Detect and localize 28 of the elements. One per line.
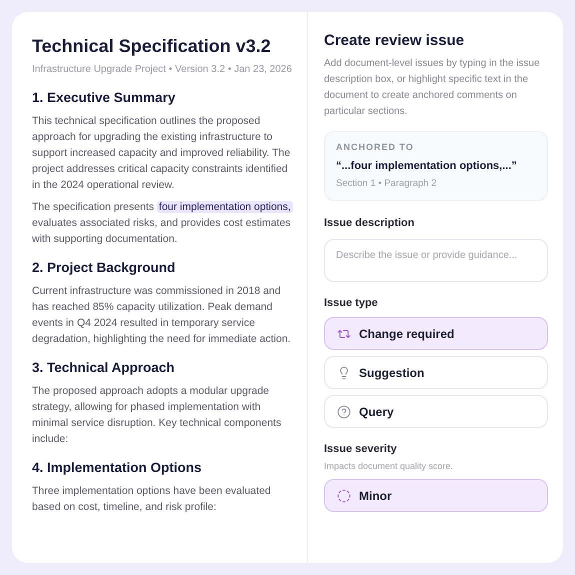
field-hint: Impacts document quality score. [324, 460, 454, 473]
document-meta: Infrastructure Upgrade Project • Version 3.2 • Jan 23, 2026 [32, 63, 293, 77]
option-button[interactable]: Suggestion [324, 356, 548, 390]
field-label: Issue description [324, 216, 416, 232]
section-heading: 1. Executive Summary [32, 89, 176, 107]
section-heading: 3. Technical Approach [32, 359, 176, 377]
field-label: Issue severity [324, 442, 398, 458]
option-button[interactable]: Change required [324, 317, 548, 350]
panel-intro: Add document-level issues by typing in the issue description box, or highlight specific text in the document to create anchored comments on particular sections. [324, 57, 541, 119]
paragraph: Three implementation options have been evaluated based on cost, timeline, and risk profile: [32, 484, 272, 515]
question-icon [337, 404, 351, 419]
lightbulb-icon [337, 366, 351, 380]
section-heading: 4. Implementation Options [32, 459, 203, 477]
option-button[interactable]: Minor [324, 479, 548, 512]
anchor-quote: “...four implementation options,...” [336, 158, 518, 174]
anchor-label: ANCHORED TO [336, 141, 415, 154]
document-title: Technical Specification v3.2 [32, 35, 272, 58]
paragraph: The proposed approach adopts a modular upgrade strategy, allowing for phased implementation with minimal service disruption. Key technical components include: [32, 384, 282, 447]
anchor-location: Section 1 • Paragraph 2 [336, 177, 438, 191]
section-heading: 2. Project Background [32, 259, 176, 277]
panel-title: Create review issue [324, 31, 466, 51]
description-field[interactable]: Describe the issue or provide guidance... [324, 238, 548, 282]
field-label: Issue type [324, 296, 379, 311]
dashed-circle-icon [337, 488, 351, 503]
paragraph: Current infrastructure was commissioned in 2018 and has reached 85% capacity utilization. Peak demand events in Q4 2024 resulted in temporary service degradation, highlighting the need for immediate action. [32, 284, 292, 347]
paragraph: This technical specification outlines the proposed approach for upgrading the existing infrastructure to support increased capacity and improved reliability. The project addresses critical capacity constraints identified in the 2024 operational review. [32, 114, 292, 193]
option-button[interactable]: Query [324, 395, 548, 428]
paragraph: The specification presents four implementation options, evaluates associated risks, and provides cost estimates with supporting documentation. [32, 200, 293, 247]
